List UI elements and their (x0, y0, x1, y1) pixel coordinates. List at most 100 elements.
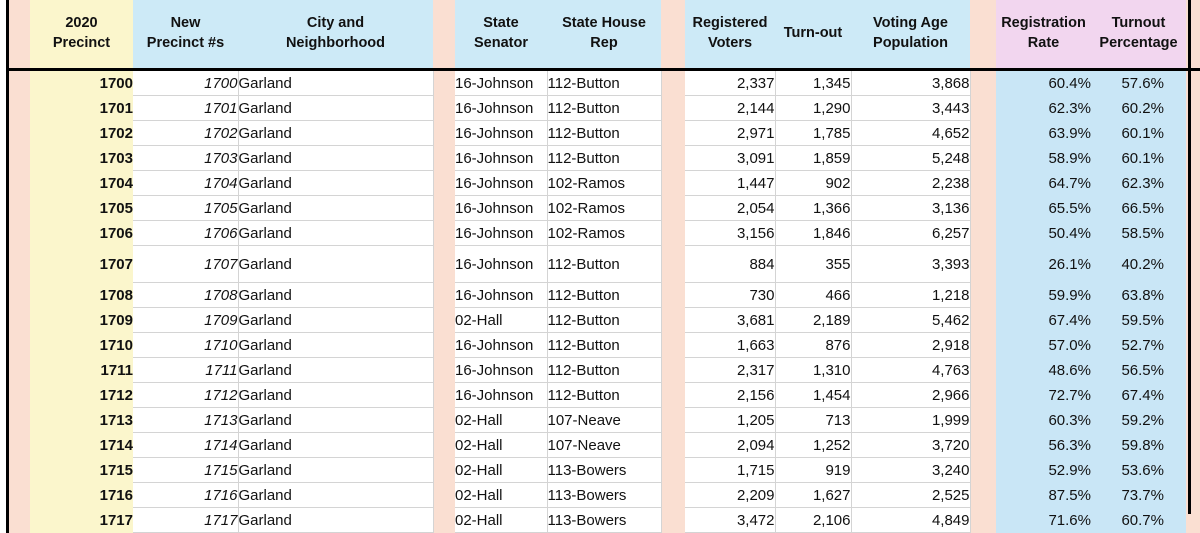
cell-new-precinct[interactable]: 1715 (133, 457, 239, 483)
cell-turnout[interactable]: 1,252 (775, 432, 852, 458)
header-turnout[interactable]: Turn-out (775, 0, 851, 71)
cell-2020-precinct[interactable]: 1702 (30, 120, 133, 146)
cell-state-house-rep[interactable]: 112-Button (547, 95, 662, 121)
header-state-senator[interactable]: State Senator (455, 0, 547, 71)
cell-new-precinct[interactable]: 1704 (133, 170, 239, 196)
cell-state-house-rep[interactable]: 102-Ramos (547, 195, 662, 221)
cell-2020-precinct[interactable]: 1701 (30, 95, 133, 121)
table-row[interactable]: 1710 1710 Garland 16-Johnson 112-Button 1,663… (0, 332, 1200, 358)
cell-2020-precinct[interactable]: 1709 (30, 307, 133, 333)
cell-turnout[interactable]: 1,627 (775, 482, 852, 508)
cell-voting-age-population[interactable]: 5,248 (851, 145, 971, 171)
table-row[interactable]: 1705 1705 Garland 16-Johnson 102-Ramos 2,054 1… (0, 195, 1200, 221)
cell-registration-rate[interactable]: 87.5% (996, 482, 1091, 508)
cell-new-precinct[interactable]: 1709 (133, 307, 239, 333)
cell-city-neighborhood[interactable]: Garland (238, 307, 434, 333)
cell-turnout-percentage[interactable]: 52.7% (1091, 332, 1186, 358)
cell-city-neighborhood[interactable]: Garland (238, 195, 434, 221)
cell-registered-voters[interactable]: 2,144 (685, 95, 776, 121)
cell-voting-age-population[interactable]: 5,462 (851, 307, 971, 333)
header-voting-age-population[interactable]: Voting Age Population (851, 0, 970, 71)
cell-registered-voters[interactable]: 1,663 (685, 332, 776, 358)
table-row[interactable]: 1706 1706 Garland 16-Johnson 102-Ramos 3,156 1… (0, 220, 1200, 246)
cell-turnout-percentage[interactable]: 62.3% (1091, 170, 1186, 196)
cell-city-neighborhood[interactable]: Garland (238, 69, 434, 96)
cell-state-senator[interactable]: 16-Johnson (455, 282, 548, 308)
cell-new-precinct[interactable]: 1711 (133, 357, 239, 383)
cell-state-house-rep[interactable]: 107-Neave (547, 407, 662, 433)
cell-state-house-rep[interactable]: 112-Button (547, 145, 662, 171)
cell-2020-precinct[interactable]: 1711 (30, 357, 133, 383)
cell-new-precinct[interactable]: 1701 (133, 95, 239, 121)
cell-city-neighborhood[interactable]: Garland (238, 95, 434, 121)
cell-state-senator[interactable]: 16-Johnson (455, 195, 548, 221)
cell-2020-precinct[interactable]: 1715 (30, 457, 133, 483)
cell-state-senator[interactable]: 16-Johnson (455, 220, 548, 246)
cell-registered-voters[interactable]: 2,971 (685, 120, 776, 146)
cell-turnout[interactable]: 2,189 (775, 307, 852, 333)
cell-state-senator[interactable]: 16-Johnson (455, 170, 548, 196)
cell-state-house-rep[interactable]: 112-Button (547, 69, 662, 96)
cell-voting-age-population[interactable]: 4,849 (851, 507, 971, 533)
cell-2020-precinct[interactable]: 1717 (30, 507, 133, 533)
cell-turnout-percentage[interactable]: 59.8% (1091, 432, 1186, 458)
cell-new-precinct[interactable]: 1714 (133, 432, 239, 458)
cell-city-neighborhood[interactable]: Garland (238, 220, 434, 246)
cell-registration-rate[interactable]: 63.9% (996, 120, 1091, 146)
cell-turnout-percentage[interactable]: 53.6% (1091, 457, 1186, 483)
table-row[interactable]: 1703 1703 Garland 16-Johnson 112-Button 3,091… (0, 145, 1200, 171)
cell-city-neighborhood[interactable]: Garland (238, 145, 434, 171)
cell-2020-precinct[interactable]: 1716 (30, 482, 133, 508)
cell-registration-rate[interactable]: 52.9% (996, 457, 1091, 483)
cell-turnout-percentage[interactable]: 60.2% (1091, 95, 1186, 121)
cell-turnout[interactable]: 1,366 (775, 195, 852, 221)
cell-registered-voters[interactable]: 1,715 (685, 457, 776, 483)
cell-2020-precinct[interactable]: 1706 (30, 220, 133, 246)
cell-registration-rate[interactable]: 60.3% (996, 407, 1091, 433)
cell-registered-voters[interactable]: 884 (685, 245, 776, 283)
cell-voting-age-population[interactable]: 6,257 (851, 220, 971, 246)
table-row[interactable]: 1714 1714 Garland 02-Hall 107-Neave 2,094 1,25… (0, 432, 1200, 458)
cell-city-neighborhood[interactable]: Garland (238, 332, 434, 358)
cell-voting-age-population[interactable]: 2,525 (851, 482, 971, 508)
table-row[interactable]: 1716 1716 Garland 02-Hall 113-Bowers 2,209 1,6… (0, 482, 1200, 508)
cell-turnout-percentage[interactable]: 58.5% (1091, 220, 1186, 246)
cell-turnout[interactable]: 902 (775, 170, 852, 196)
cell-city-neighborhood[interactable]: Garland (238, 382, 434, 408)
cell-city-neighborhood[interactable]: Garland (238, 120, 434, 146)
cell-registered-voters[interactable]: 2,094 (685, 432, 776, 458)
cell-turnout-percentage[interactable]: 60.7% (1091, 507, 1186, 533)
cell-new-precinct[interactable]: 1716 (133, 482, 239, 508)
cell-state-senator[interactable]: 02-Hall (455, 432, 548, 458)
cell-turnout[interactable]: 713 (775, 407, 852, 433)
cell-turnout[interactable]: 1,785 (775, 120, 852, 146)
cell-registration-rate[interactable]: 59.9% (996, 282, 1091, 308)
cell-registered-voters[interactable]: 3,472 (685, 507, 776, 533)
cell-state-senator[interactable]: 16-Johnson (455, 95, 548, 121)
cell-voting-age-population[interactable]: 2,238 (851, 170, 971, 196)
table-row[interactable]: 1713 1713 Garland 02-Hall 107-Neave 1,205 713 1… (0, 407, 1200, 433)
cell-registration-rate[interactable]: 48.6% (996, 357, 1091, 383)
cell-2020-precinct[interactable]: 1707 (30, 245, 133, 283)
header-new-precinct[interactable]: New Precinct #s (133, 0, 238, 71)
cell-turnout[interactable]: 1,345 (775, 69, 852, 96)
cell-registered-voters[interactable]: 2,156 (685, 382, 776, 408)
cell-state-house-rep[interactable]: 112-Button (547, 282, 662, 308)
cell-new-precinct[interactable]: 1700 (133, 69, 239, 96)
cell-state-house-rep[interactable]: 112-Button (547, 120, 662, 146)
cell-state-senator[interactable]: 16-Johnson (455, 245, 548, 283)
cell-registration-rate[interactable]: 62.3% (996, 95, 1091, 121)
cell-voting-age-population[interactable]: 1,218 (851, 282, 971, 308)
cell-registration-rate[interactable]: 67.4% (996, 307, 1091, 333)
cell-turnout[interactable]: 919 (775, 457, 852, 483)
cell-state-house-rep[interactable]: 102-Ramos (547, 170, 662, 196)
cell-state-senator[interactable]: 02-Hall (455, 307, 548, 333)
cell-new-precinct[interactable]: 1717 (133, 507, 239, 533)
cell-city-neighborhood[interactable]: Garland (238, 482, 434, 508)
cell-state-senator[interactable]: 02-Hall (455, 407, 548, 433)
cell-turnout[interactable]: 1,310 (775, 357, 852, 383)
cell-registered-voters[interactable]: 3,091 (685, 145, 776, 171)
cell-state-house-rep[interactable]: 112-Button (547, 357, 662, 383)
cell-registration-rate[interactable]: 26.1% (996, 245, 1091, 283)
cell-state-senator[interactable]: 16-Johnson (455, 69, 548, 96)
